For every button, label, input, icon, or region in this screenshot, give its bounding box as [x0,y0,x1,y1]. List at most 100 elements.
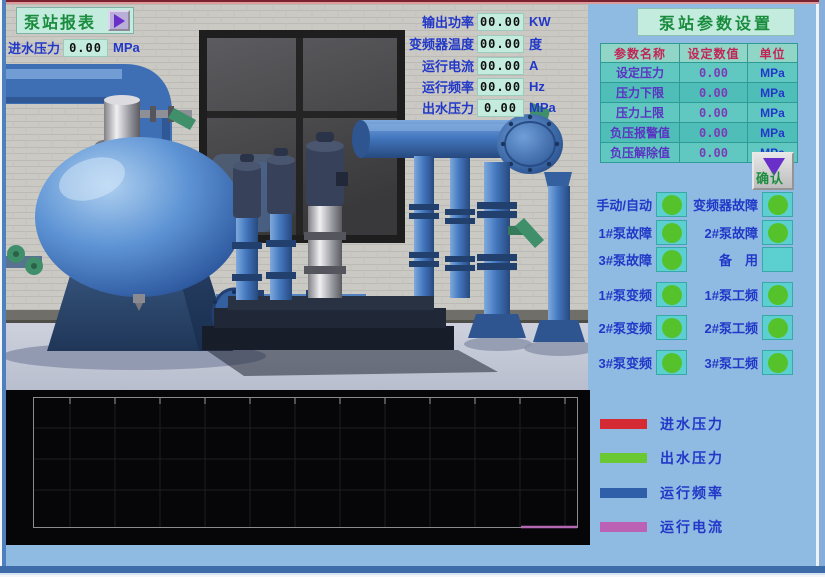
led-box [762,350,793,375]
param-value-field[interactable]: 0.00 [679,143,747,162]
param-name: 负压解除值 [601,143,679,162]
status-led [768,353,788,373]
indicator-label: 2#泵工频 [686,318,758,337]
report-button-label: 泵站报表 [24,9,96,33]
indicator-pump2-fault: 2#泵故障 [686,220,793,245]
status-led [768,318,788,338]
inlet-pressure-row: 进水压力 0.00 MPa [8,38,140,57]
inlet-pressure-label: 进水压力 [8,38,60,57]
led-box [762,247,793,272]
legend-label: 运行电流 [660,517,724,537]
readout-row-inverter-temp: 变频器温度 00.00 度 [340,34,590,53]
param-unit: MPa [747,103,797,122]
chart-vertical-gridlines [70,399,565,527]
indicator-pump1-vfd: 1#泵变频 [572,282,687,307]
param-name: 设定压力 [601,63,679,82]
readout-label: 运行电流 [340,56,474,75]
legend-label: 出水压力 [660,448,724,468]
column-header-unit: 单位 [747,44,797,62]
readout-row-run-frequency: 运行频率 00.00 Hz [340,77,590,96]
led-box [656,350,687,375]
led-box [762,315,793,340]
status-led [662,223,682,243]
param-value-field[interactable]: 0.00 [679,123,747,142]
settings-table: 参数名称 设定数值 单位 设定压力 0.00 MPa 压力下限 0.00 MPa… [600,43,798,163]
status-led [662,250,682,270]
param-row-vacuum-alarm: 负压报警值 0.00 MPa [601,122,797,142]
param-unit: MPa [747,123,797,142]
legend-swatch-run-frequency [600,488,647,498]
led-box [762,220,793,245]
readout-label: 运行频率 [340,77,474,96]
outlet-pressure-value: 0.00 [477,99,524,117]
led-box [656,247,687,272]
frame-top-line-2 [0,2,825,4]
status-led [662,285,682,305]
param-row-set-pressure: 设定压力 0.00 MPa [601,62,797,82]
legend-item-run-frequency: 运行频率 [600,483,724,503]
indicator-label: 2#泵变频 [572,318,652,337]
readout-unit: KW [529,14,551,29]
status-led [768,285,788,305]
play-icon-button[interactable] [108,10,130,31]
readout-unit: Hz [529,79,545,94]
confirm-button[interactable]: 确认 [752,152,794,190]
legend-label: 进水压力 [660,414,724,434]
pumps [232,132,348,300]
pump-station-hmi-screen: 泵站报表 进水压力 0.00 MPa 输出功率 00.00 KW 变频器温度 0… [0,0,825,577]
status-led [768,223,788,243]
frame-bottom-border [0,566,825,573]
inlet-pressure-unit: MPa [113,40,140,55]
inlet-pressure-value: 0.00 [63,39,108,57]
outlet-pressure-unit: MPa [529,100,556,115]
status-led [662,195,682,215]
indicator-label: 变频器故障 [686,195,758,214]
indicator-manual-auto: 手动/自动 [572,192,687,217]
indicator-pump3-vfd: 3#泵变频 [572,350,687,375]
param-unit: MPa [747,83,797,102]
status-led [768,195,788,215]
indicator-spare: 备 用 [686,247,793,272]
indicator-vfd-fault: 变频器故障 [686,192,793,217]
legend-item-run-current: 运行电流 [600,517,724,537]
param-name: 压力下限 [601,83,679,102]
legend-swatch-run-current [600,522,647,532]
readout-value: 00.00 [477,78,524,96]
trend-chart [6,390,590,545]
legend-item-inlet-pressure: 进水压力 [600,414,724,434]
indicator-label: 备 用 [686,250,758,269]
led-box [656,282,687,307]
indicator-label: 1#泵变频 [572,285,652,304]
readout-label: 变频器温度 [340,34,474,53]
led-box [762,192,793,217]
outlet-pressure-row: 出水压力 0.00 MPa [340,98,590,117]
play-icon [114,14,125,28]
status-led [662,353,682,373]
param-unit: MPa [747,63,797,82]
outlet-pressure-label: 出水压力 [340,98,474,117]
indicator-label: 1#泵工频 [686,285,758,304]
legend-swatch-inlet-pressure [600,419,647,429]
status-led [662,318,682,338]
frame-right-border [819,0,825,577]
readout-value: 00.00 [477,35,524,53]
indicator-pump2-mains: 2#泵工频 [686,315,793,340]
param-value-field[interactable]: 0.00 [679,63,747,82]
readout-row-run-current: 运行电流 00.00 A [340,56,590,75]
indicator-pump1-fault: 1#泵故障 [572,220,687,245]
chart-top-ticks [70,398,565,404]
indicator-label: 手动/自动 [572,195,652,214]
readout-value: 00.00 [477,57,524,75]
param-value-field[interactable]: 0.00 [679,103,747,122]
report-button[interactable]: 泵站报表 [16,7,134,34]
readout-label: 输出功率 [340,12,474,31]
indicator-label: 3#泵工频 [686,353,758,372]
led-box [762,282,793,307]
indicator-pump3-fault: 3#泵故障 [572,247,687,272]
led-box [656,315,687,340]
indicator-label: 3#泵故障 [572,250,652,269]
indicator-label: 2#泵故障 [686,223,758,242]
legend-swatch-outlet-pressure [600,453,647,463]
param-value-field[interactable]: 0.00 [679,83,747,102]
readout-row-output-power: 输出功率 00.00 KW [340,12,590,31]
